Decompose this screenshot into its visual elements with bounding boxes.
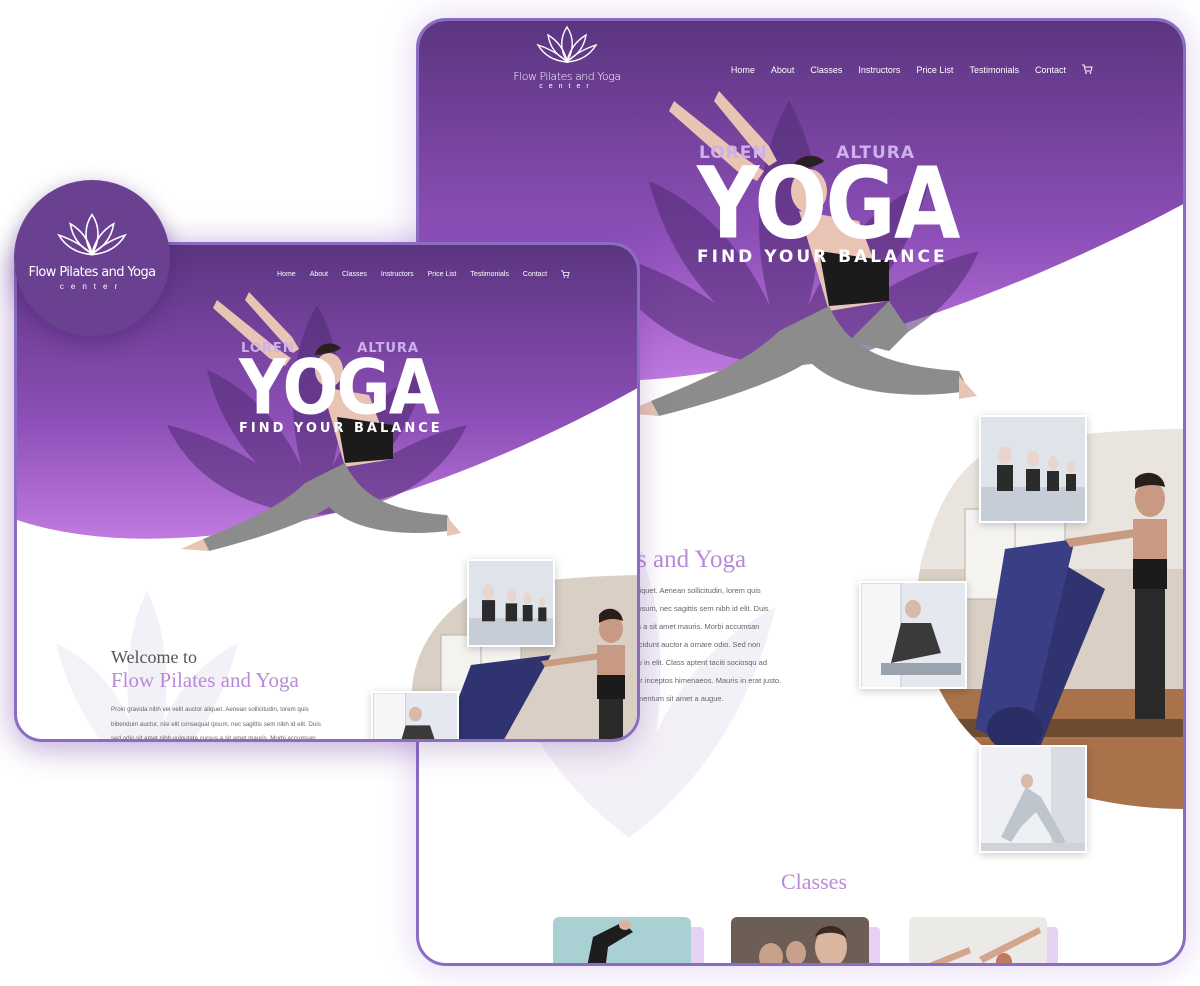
lotus-logo-icon bbox=[536, 25, 598, 63]
nav-classes[interactable]: Classes bbox=[810, 65, 842, 75]
stretch-class-photo bbox=[859, 581, 967, 689]
hero-big-word: YOGA bbox=[239, 343, 440, 432]
nav-about[interactable]: About bbox=[310, 271, 328, 278]
class-card[interactable] bbox=[553, 917, 691, 963]
welcome-body-line: condimentum sit amet a augue. bbox=[619, 694, 724, 703]
class-card[interactable] bbox=[909, 917, 1047, 963]
welcome-body-line: bibendum auctor, nisi elit consequat ips… bbox=[111, 720, 321, 728]
classes-section-title: Classes bbox=[781, 869, 847, 894]
brand-subtitle: center bbox=[59, 282, 125, 291]
welcome-body: Proin gravida nibh vel velit auctor aliq… bbox=[111, 703, 351, 742]
welcome-body-line: cursus a sit amet mauris. Morbi accumsan bbox=[619, 622, 760, 631]
nav-about[interactable]: About bbox=[771, 65, 795, 75]
main-nav: Home About Classes Instructors Price Lis… bbox=[277, 265, 570, 283]
brand-logo[interactable]: Flow Pilates and Yoga center bbox=[507, 23, 627, 90]
lotus-logo-icon bbox=[57, 213, 127, 256]
nav-contact[interactable]: Contact bbox=[523, 271, 547, 278]
meditation-class-photo bbox=[979, 415, 1087, 523]
welcome-title-line2: Flow Pilates and Yoga bbox=[111, 668, 299, 692]
brand-name: Flow Pilates and Yoga bbox=[28, 265, 157, 280]
nav-price-list[interactable]: Price List bbox=[916, 65, 953, 75]
nav-instructors[interactable]: Instructors bbox=[381, 271, 414, 278]
cart-icon[interactable] bbox=[1082, 61, 1093, 79]
logo-badge[interactable]: Flow Pilates and Yoga center bbox=[14, 180, 170, 336]
meditation-class-photo bbox=[467, 559, 555, 647]
brand-name: Flow Pilates and Yoga bbox=[513, 70, 621, 83]
stretch-class-photo bbox=[371, 691, 459, 739]
hero-big-word: YOGA bbox=[697, 146, 960, 262]
welcome-body-line: dio tincidunt auctor a ornare odio. Sed … bbox=[619, 640, 761, 649]
welcome-body-line: Proin gravida nibh vel velit auctor aliq… bbox=[111, 706, 309, 713]
welcome-title-line2: tes and Yoga bbox=[619, 546, 747, 573]
nav-testimonials[interactable]: Testimonials bbox=[969, 65, 1019, 75]
welcome-body: ctor aliquet. Aenean sollicitudin, lorem… bbox=[619, 582, 829, 708]
welcome-body-line: ctor eu in elit. Class aptent taciti soc… bbox=[619, 658, 767, 667]
nav-home[interactable]: Home bbox=[731, 65, 755, 75]
brand-subtitle: center bbox=[539, 83, 595, 90]
nav-home[interactable]: Home bbox=[277, 271, 296, 278]
nav-instructors[interactable]: Instructors bbox=[858, 65, 900, 75]
nav-price-list[interactable]: Price List bbox=[428, 271, 457, 278]
hero-headline: LOREN ALTURA YOGA FIND YOUR BALANCE bbox=[697, 141, 960, 267]
welcome-body-line: quat ipsum, nec sagittis sem nibh id eli… bbox=[619, 604, 769, 613]
welcome-title-line1: to bbox=[619, 523, 829, 546]
class-card[interactable] bbox=[731, 917, 869, 963]
welcome-body-line: ctor aliquet. Aenean sollicitudin, lorem… bbox=[619, 586, 761, 595]
yoga-pose-photo bbox=[979, 745, 1087, 853]
welcome-section: to tes and Yoga ctor aliquet. Aenean sol… bbox=[619, 523, 829, 708]
nav-testimonials[interactable]: Testimonials bbox=[470, 271, 509, 278]
cart-icon[interactable] bbox=[561, 265, 570, 283]
hero-headline: LOREN ALTURA YOGA FIND YOUR BALANCE bbox=[239, 341, 440, 436]
main-nav: Home About Classes Instructors Price Lis… bbox=[731, 61, 1093, 79]
welcome-body-line: tra, per inceptos himenaeos. Mauris in e… bbox=[619, 676, 782, 685]
welcome-body-line: sed odio sit amet nibh vulputate cursus … bbox=[111, 735, 316, 742]
welcome-title-line1: Welcome to bbox=[111, 647, 198, 667]
welcome-section: Welcome to Flow Pilates and Yoga Proin g… bbox=[111, 647, 351, 742]
nav-contact[interactable]: Contact bbox=[1035, 65, 1066, 75]
nav-classes[interactable]: Classes bbox=[342, 271, 367, 278]
